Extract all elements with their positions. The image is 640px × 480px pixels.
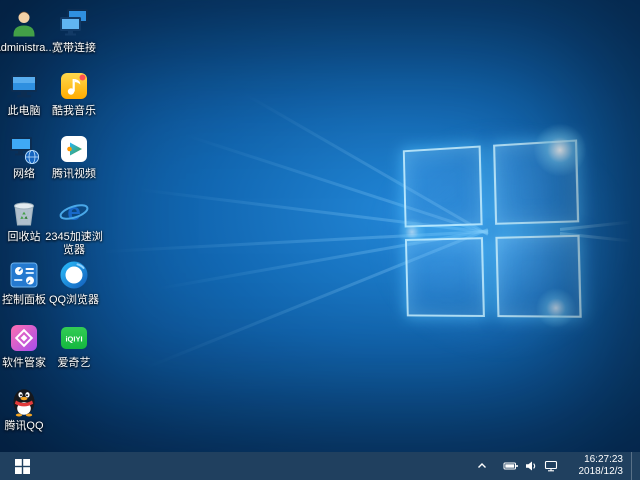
volume-tray-icon[interactable] [521,452,541,480]
taskbar-clock[interactable]: 16:27:23 2018/12/3 [563,454,631,478]
hidden-icons-button[interactable] [473,452,491,480]
speaker-icon [524,459,538,473]
svg-text:e: e [67,199,80,226]
control-panel-icon [7,258,41,292]
battery-icon [503,459,519,473]
desktop-wallpaper: Administra... 此电脑 [0,0,640,452]
clock-date: 2018/12/3 [569,466,623,478]
chevron-up-icon [476,460,488,472]
network-icon [544,459,558,473]
system-tray: 16:27:23 2018/12/3 [473,452,640,480]
desktop-icon-iqiyi[interactable]: iQIYI 爱奇艺 [40,321,108,370]
desktop-icon-qq-browser[interactable]: QQ浏览器 [40,258,108,307]
icon-label: 腾讯QQ [0,420,58,433]
desktop-icon-tencent-qq[interactable]: 腾讯QQ [0,384,58,433]
desktop-icon-broadband-connection[interactable]: 宽带连接 [40,6,108,55]
battery-tray-icon[interactable] [501,452,521,480]
broadband-connection-icon [57,6,91,40]
icon-label: 酷我音乐 [40,105,108,118]
clock-time: 16:27:23 [569,454,623,466]
2345-browser-icon: e [57,195,91,229]
desktop-icon-kuwo-music[interactable]: 酷我音乐 [40,69,108,118]
light-sparkle [528,280,584,336]
this-pc-icon [7,69,41,103]
light-sparkle [523,113,597,187]
icon-label: 爱奇艺 [40,357,108,370]
tencent-video-icon [57,132,91,166]
show-desktop-button[interactable] [631,452,636,480]
windows-start-icon [15,459,30,474]
network-icon [7,132,41,166]
iqiyi-icon: iQIYI [57,321,91,355]
desktop-icon-tencent-video[interactable]: 腾讯视频 [40,132,108,181]
svg-text:iQIYI: iQIYI [65,335,82,344]
tencent-qq-penguin-icon [7,384,41,418]
icon-label: 2345加速浏览器 [40,231,108,257]
icon-label: 宽带连接 [40,42,108,55]
icon-label: 腾讯视频 [40,168,108,181]
network-tray-icon[interactable] [541,452,561,480]
desktop-icon-2345-browser[interactable]: e 2345加速浏览器 [40,195,108,257]
icon-label: QQ浏览器 [40,294,108,307]
software-manager-icon [7,321,41,355]
taskbar: 16:27:23 2018/12/3 [0,452,640,480]
kuwo-music-icon [57,69,91,103]
administrator-user-icon [7,6,41,40]
start-button[interactable] [0,452,44,480]
light-sparkle [392,212,432,252]
qq-browser-icon [57,258,91,292]
recycle-bin-icon [7,195,41,229]
